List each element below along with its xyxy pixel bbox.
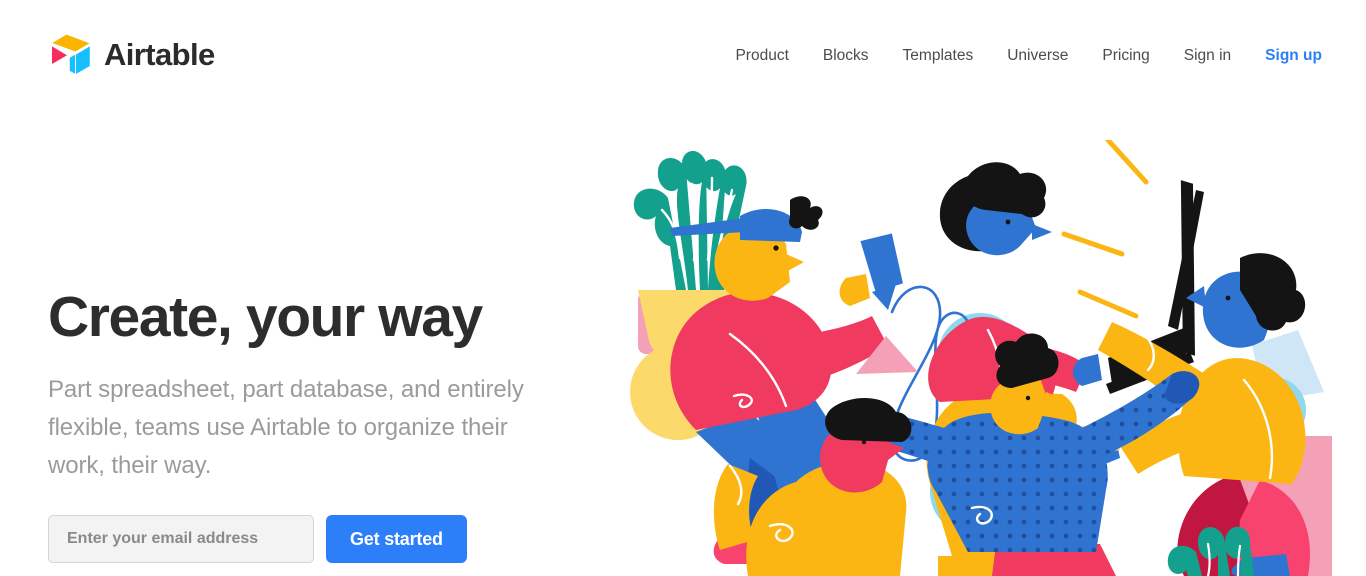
email-signup-form: Get started: [48, 515, 608, 563]
nav-link-sign-up[interactable]: Sign up: [1248, 44, 1322, 68]
airtable-landing-page: Airtable Product Blocks Templates Univer…: [0, 0, 1366, 576]
email-field[interactable]: [48, 515, 314, 563]
page-title: Create, your way: [48, 285, 483, 349]
nav-link-product[interactable]: Product: [718, 44, 805, 68]
nav-link-blocks[interactable]: Blocks: [806, 44, 886, 68]
hero-section: Create, your way Part spreadsheet, part …: [48, 285, 608, 563]
hero-subtitle: Part spreadsheet, part database, and ent…: [48, 376, 524, 479]
people-collaborating-illustration: [600, 140, 1366, 576]
get-started-button[interactable]: Get started: [326, 515, 467, 563]
nav-link-pricing[interactable]: Pricing: [1085, 44, 1166, 68]
main-navigation: Product Blocks Templates Universe Pricin…: [718, 44, 1322, 68]
airtable-cube-logo-icon: [48, 33, 92, 75]
site-header: Airtable Product Blocks Templates Univer…: [0, 0, 1366, 112]
nav-link-templates[interactable]: Templates: [886, 44, 991, 68]
brand-name: Airtable: [104, 36, 215, 72]
nav-link-sign-in[interactable]: Sign in: [1167, 44, 1248, 68]
nav-link-universe[interactable]: Universe: [990, 44, 1085, 68]
brand-logo-link[interactable]: Airtable: [48, 33, 215, 75]
